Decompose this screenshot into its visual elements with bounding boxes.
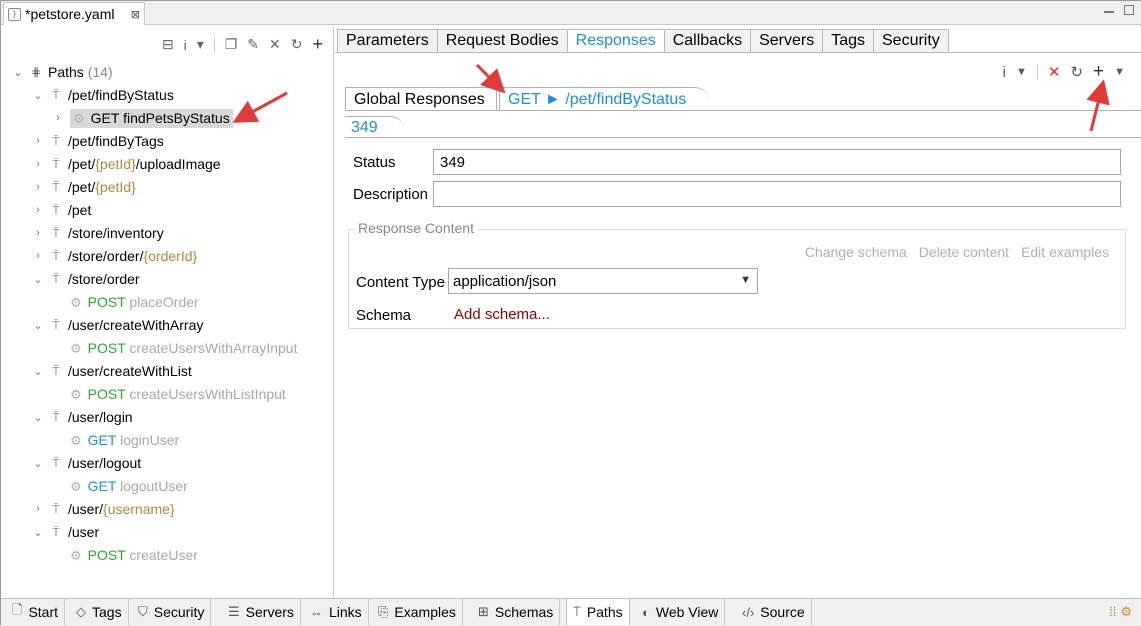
app-window: ⟩ *petstore.yaml ⊠ ⊟ i ▾ ❐ ✎ ✕ ↻ + ⌄ ⋕ P… <box>0 0 1141 626</box>
annotation-arrow <box>232 91 288 123</box>
annotation-arrow <box>1086 79 1110 132</box>
annotation-arrows <box>232 63 1110 132</box>
annotation-arrow <box>475 63 506 94</box>
